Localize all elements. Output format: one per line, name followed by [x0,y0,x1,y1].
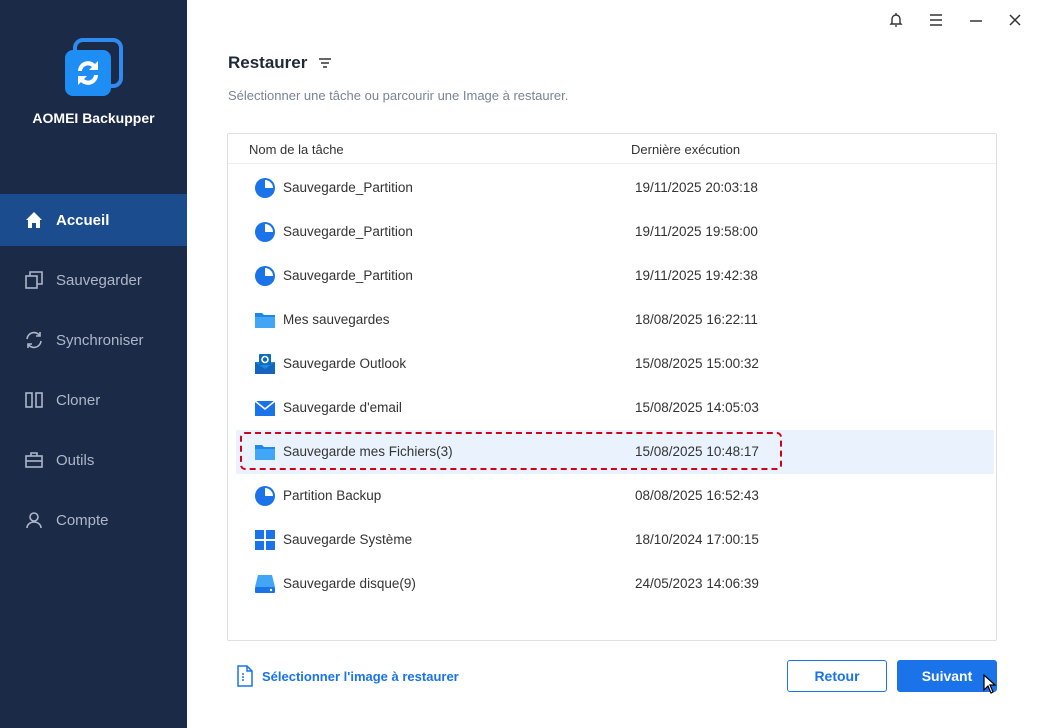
row-date: 24/05/2023 14:06:39 [635,576,759,591]
home-icon [24,210,44,230]
sidebar-item-label: Cloner [56,391,101,409]
sidebar-item-label: Sauvegarder [56,271,142,289]
partition-icon [254,485,276,507]
task-table: Nom de la tâche Dernière exécution Sauve… [227,133,997,641]
sidebar-item-label: Synchroniser [56,331,144,349]
sidebar-item-cloner[interactable]: Cloner [0,374,187,426]
disk-icon [254,573,276,595]
user-icon [24,510,44,530]
row-name: Partition Backup [283,488,382,503]
partition-icon [254,177,276,199]
row-date: 18/10/2024 17:00:15 [635,532,759,547]
row-name: Sauvegarde_Partition [283,224,413,239]
row-name: Sauvegarde Système [283,532,413,547]
folder-icon [254,309,276,331]
row-date: 19/11/2025 19:58:00 [635,224,758,239]
clone-icon [24,390,44,410]
next-button[interactable]: Suivant [897,660,997,692]
minimize-icon[interactable] [966,10,986,30]
windows-icon [254,529,276,551]
page-subtitle: Sélectionner une tâche ou parcourir une … [228,88,569,103]
email-icon [254,397,276,419]
select-image-label: Sélectionner l'image à restaurer [262,668,459,684]
sidebar-item-label: Outils [56,451,95,469]
column-header-name[interactable]: Nom de la tâche [249,142,344,157]
sidebar-item-accueil[interactable]: Accueil [0,194,187,246]
sidebar-item-compte[interactable]: Compte [0,494,187,546]
row-name: Mes sauvegardes [283,312,390,327]
table-row[interactable]: Mes sauvegardes 18/08/2025 16:22:11 [236,298,994,342]
backup-icon [24,270,44,290]
row-date: 15/08/2025 15:00:32 [635,356,759,371]
sidebar-item-sauvegarder[interactable]: Sauvegarder [0,254,187,306]
app-name: AOMEI Backupper [32,110,155,126]
table-row[interactable]: Sauvegarde_Partition 19/11/2025 20:03:18 [236,166,994,210]
row-name: Sauvegarde mes Fichiers(3) [283,444,453,459]
app-logo-icon [63,38,123,98]
table-row-selected[interactable]: Sauvegarde mes Fichiers(3) 15/08/2025 10… [236,430,994,474]
back-button[interactable]: Retour [787,660,887,692]
select-image-link[interactable]: Sélectionner l'image à restaurer [235,665,459,687]
sidebar: AOMEI Backupper Accueil Sauvegarder Sync… [0,0,187,728]
folder-icon [254,441,276,463]
filter-icon[interactable] [317,55,333,71]
row-date: 15/08/2025 14:05:03 [635,400,759,415]
table-row[interactable]: Sauvegarde_Partition 19/11/2025 19:58:00 [236,210,994,254]
table-row[interactable]: Sauvegarde Outlook 15/08/2025 15:00:32 [236,342,994,386]
row-date: 19/11/2025 19:42:38 [635,268,758,283]
table-row[interactable]: Partition Backup 08/08/2025 16:52:43 [236,474,994,518]
table-row[interactable]: Sauvegarde_Partition 19/11/2025 19:42:38 [236,254,994,298]
row-date: 08/08/2025 16:52:43 [635,488,759,503]
sidebar-item-label: Accueil [56,211,110,229]
page-title: Restaurer [228,53,308,72]
menu-icon[interactable] [926,10,946,30]
partition-icon [254,221,276,243]
row-date: 19/11/2025 20:03:18 [635,180,758,195]
sync-icon [24,330,44,350]
outlook-icon [254,353,276,375]
file-image-icon [235,665,255,687]
row-name: Sauvegarde_Partition [283,268,413,283]
row-date: 18/08/2025 16:22:11 [635,312,758,327]
table-row[interactable]: Sauvegarde disque(9) 24/05/2023 14:06:39 [236,562,994,606]
row-name: Sauvegarde disque(9) [283,576,416,591]
tools-icon [24,450,44,470]
row-name: Sauvegarde_Partition [283,180,413,195]
row-name: Sauvegarde d'email [283,400,402,415]
table-header: Nom de la tâche Dernière exécution [228,134,996,164]
sidebar-item-label: Compte [56,511,109,529]
table-row[interactable]: Sauvegarde Système 18/10/2024 17:00:15 [236,518,994,562]
sidebar-item-synchroniser[interactable]: Synchroniser [0,314,187,366]
mouse-cursor-icon [983,673,997,694]
row-name: Sauvegarde Outlook [283,356,407,371]
table-row[interactable]: Sauvegarde d'email 15/08/2025 14:05:03 [236,386,994,430]
partition-icon [254,265,276,287]
bell-icon[interactable] [886,10,906,30]
sidebar-item-outils[interactable]: Outils [0,434,187,486]
row-date: 15/08/2025 10:48:17 [635,444,759,459]
close-icon[interactable] [1005,10,1025,30]
column-header-date[interactable]: Dernière exécution [631,142,740,157]
